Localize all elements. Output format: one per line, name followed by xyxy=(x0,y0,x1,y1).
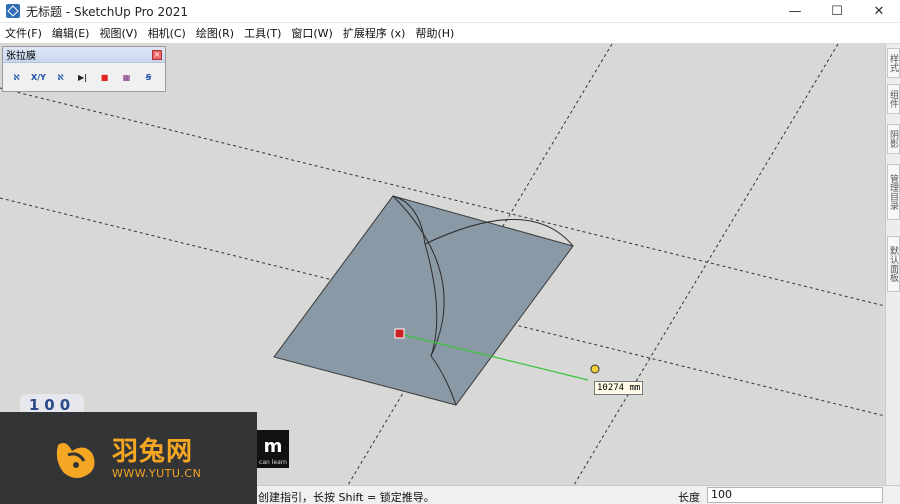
toolbar-icons: ℵ X/Y ℵ ▶| ■ ▦ Ꞩ xyxy=(3,63,165,91)
tray-tab-shadows[interactable]: 阴影 xyxy=(887,124,900,154)
membrane-tool-3-icon[interactable]: ℵ xyxy=(53,70,68,85)
title-bar: 无标题 - SketchUp Pro 2021 — ☐ ✕ xyxy=(0,0,900,23)
tray-tab-components[interactable]: 组件 xyxy=(887,84,900,114)
menu-bar: 文件(F) 编辑(E) 视图(V) 相机(C) 绘图(R) 工具(T) 窗口(W… xyxy=(0,24,900,44)
status-hint: 创建指引，长按 Shift = 锁定推导。 xyxy=(258,491,435,504)
toolbar-title[interactable]: 张拉膜 xyxy=(3,47,165,63)
close-button[interactable]: ✕ xyxy=(858,0,900,23)
toolbar-title-text: 张拉膜 xyxy=(6,51,36,62)
menu-help[interactable]: 帮助(H) xyxy=(410,24,459,44)
membrane-xy-icon[interactable]: X/Y xyxy=(31,70,46,85)
membrane-tool-1-icon[interactable]: ℵ xyxy=(9,70,24,85)
rabbit-logo-icon xyxy=(50,431,104,485)
brand-logo-sub: can learn xyxy=(259,459,287,466)
menu-view[interactable]: 视图(V) xyxy=(94,24,142,44)
menu-tools[interactable]: 工具(T) xyxy=(239,24,286,44)
window-title: 无标题 - SketchUp Pro 2021 xyxy=(26,4,188,19)
menu-window[interactable]: 窗口(W) xyxy=(286,24,337,44)
tray-tab-manage[interactable]: 管理目录 xyxy=(887,164,900,220)
cursor-point-icon xyxy=(590,364,600,374)
membrane-toolbar: 张拉膜 × ℵ X/Y ℵ ▶| ■ ▦ Ꞩ xyxy=(2,46,166,92)
watermark-text: 羽兔网 WWW.YUTU.CN xyxy=(112,437,201,480)
sketchup-app-icon xyxy=(6,4,20,18)
start-point-marker xyxy=(394,328,405,339)
tray-tab-default[interactable]: 默认面板 xyxy=(887,236,900,292)
maximize-button[interactable]: ☐ xyxy=(816,0,858,23)
watermark-url: WWW.YUTU.CN xyxy=(112,466,202,480)
menu-file[interactable]: 文件(F) xyxy=(0,24,47,44)
grid-icon[interactable]: ▦ xyxy=(119,70,134,85)
window-controls: — ☐ ✕ xyxy=(774,0,900,23)
spiral-icon[interactable]: Ꞩ xyxy=(141,70,156,85)
menu-edit[interactable]: 编辑(E) xyxy=(47,24,95,44)
tray-tab-styles[interactable]: 样式 xyxy=(887,48,900,78)
menu-extensions[interactable]: 扩展程序 (x) xyxy=(338,24,411,44)
brand-logo: m can learn xyxy=(257,430,289,468)
measurements-label: 长度 xyxy=(678,491,700,504)
toolbar-close-button[interactable]: × xyxy=(152,50,162,60)
membrane-face xyxy=(273,195,574,406)
measurement-tooltip: 10274 mm xyxy=(594,381,644,395)
default-tray: 样式 组件 阴影 管理目录 默认面板 xyxy=(885,44,900,485)
play-icon[interactable]: ▶| xyxy=(75,70,90,85)
stop-icon[interactable]: ■ xyxy=(97,70,112,85)
measurements-input[interactable]: 100 xyxy=(707,487,883,503)
guide-line xyxy=(573,44,839,485)
watermark-brand: 羽兔网 xyxy=(112,436,194,467)
brand-logo-letter: m xyxy=(263,436,283,457)
site-watermark: 羽兔网 WWW.YUTU.CN xyxy=(0,412,257,504)
menu-camera[interactable]: 相机(C) xyxy=(143,24,191,44)
minimize-button[interactable]: — xyxy=(774,0,816,23)
menu-draw[interactable]: 绘图(R) xyxy=(191,24,239,44)
